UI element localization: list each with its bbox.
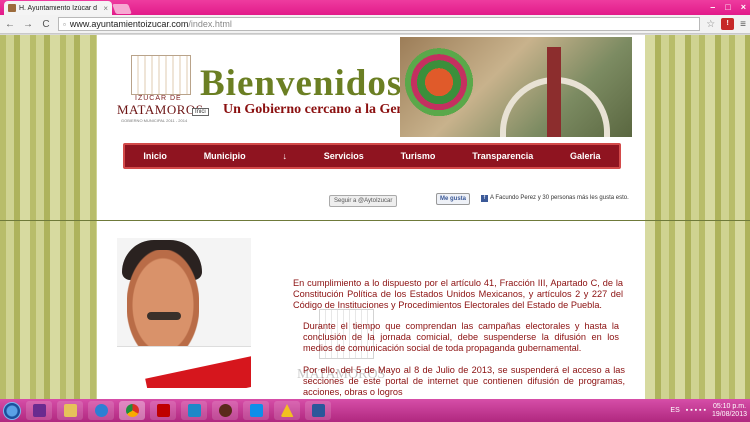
nav-inicio[interactable]: Inicio bbox=[143, 151, 167, 161]
url-text: www.ayuntamientoizucar.com/index.html bbox=[70, 19, 232, 29]
clock-tower-image bbox=[547, 47, 561, 137]
start-button[interactable] bbox=[3, 401, 21, 420]
logo-big-text: MATAMOROS bbox=[117, 102, 204, 117]
logo-tooltip: Inici bbox=[192, 108, 209, 116]
teamviewer-icon bbox=[249, 404, 263, 417]
windows-media-icon bbox=[32, 404, 46, 417]
main-nav: Inicio Municipio ↓ Servicios Turismo Tra… bbox=[123, 143, 621, 169]
taskbar-warning[interactable] bbox=[274, 401, 300, 420]
taskbar-media-player[interactable] bbox=[181, 401, 207, 420]
taskbar-ie[interactable] bbox=[88, 401, 114, 420]
welcome-heading: Bienvenidos bbox=[200, 63, 403, 104]
left-background-stripes bbox=[0, 35, 97, 399]
nav-municipio-dropdown-icon[interactable]: ↓ bbox=[282, 151, 287, 161]
taskbar-teamviewer[interactable] bbox=[243, 401, 269, 420]
filezilla-icon bbox=[156, 404, 170, 417]
favicon-icon bbox=[8, 4, 16, 12]
url-path: /index.html bbox=[188, 19, 232, 29]
tab-close-icon[interactable]: × bbox=[103, 4, 108, 13]
close-window-button[interactable]: × bbox=[741, 2, 746, 12]
taskbar-photo[interactable] bbox=[212, 401, 238, 420]
taskbar-chrome[interactable] bbox=[119, 401, 145, 420]
extension-icon[interactable]: ! bbox=[721, 18, 735, 30]
browser-tab[interactable]: H. Ayuntamiento Izúcar d × bbox=[4, 1, 112, 15]
facebook-like-note: fA Facundo Perez y 30 personas más les g… bbox=[481, 195, 629, 202]
logo-sub-text: GOBIERNO MUNICIPAL 2011 - 2014 bbox=[121, 118, 188, 123]
church-logo-icon bbox=[131, 55, 191, 95]
right-background-stripes bbox=[645, 35, 750, 399]
municipal-logo[interactable]: IZUCAR DE MATAMOROS GOBIERNO MUNICIPAL 2… bbox=[117, 55, 209, 125]
ie-icon bbox=[94, 404, 108, 417]
twitter-follow-button[interactable]: Seguir a @AytoIzucar bbox=[329, 195, 398, 207]
new-tab-button[interactable] bbox=[112, 4, 132, 14]
reload-button[interactable]: C bbox=[40, 19, 52, 30]
bookmark-star-icon[interactable]: ☆ bbox=[706, 19, 715, 30]
notice-paragraph-3: Por ello, del 5 de Mayo al 8 de Julio de… bbox=[303, 365, 625, 397]
browser-menu-icon[interactable]: ≡ bbox=[740, 19, 746, 30]
minimize-button[interactable]: – bbox=[710, 2, 715, 12]
nav-turismo[interactable]: Turismo bbox=[401, 151, 436, 161]
slogan-text: Un Gobierno cercano a la Gente... bbox=[223, 102, 426, 117]
like-note-text: A Facundo Perez y 30 personas más les gu… bbox=[490, 195, 629, 201]
taskbar-word[interactable] bbox=[305, 401, 331, 420]
tray-icons[interactable]: ▪ ▪ ▪ ▪ ▪ bbox=[686, 407, 706, 414]
nav-servicios[interactable]: Servicios bbox=[324, 151, 364, 161]
tree-of-life-image bbox=[404, 47, 474, 135]
warning-icon bbox=[280, 404, 294, 417]
photo-icon bbox=[218, 404, 232, 417]
notice-paragraph-2: Durante el tiempo que comprendan las cam… bbox=[303, 321, 619, 353]
web-page: IZUCAR DE MATAMOROS GOBIERNO MUNICIPAL 2… bbox=[0, 35, 750, 399]
header-photo bbox=[400, 37, 632, 137]
page-icon: ▫ bbox=[63, 19, 66, 29]
nav-galeria[interactable]: Galeria bbox=[570, 151, 601, 161]
face bbox=[127, 250, 199, 350]
back-button[interactable]: ← bbox=[4, 19, 16, 30]
logo-small-text: IZUCAR DE bbox=[135, 95, 182, 102]
facebook-like-button[interactable]: Me gusta bbox=[436, 193, 471, 205]
address-bar[interactable]: ▫ www.ayuntamientoizucar.com/index.html bbox=[58, 17, 701, 31]
language-indicator[interactable]: ES bbox=[670, 407, 679, 414]
chrome-icon bbox=[125, 404, 139, 417]
notice-paragraph-1: En cumplimiento a lo dispuesto por el ar… bbox=[293, 278, 623, 310]
media-player-icon bbox=[187, 404, 201, 417]
clock-date: 19/08/2013 bbox=[711, 410, 747, 418]
clock[interactable]: 05:10 p.m. 19/08/2013 bbox=[712, 403, 747, 419]
word-icon bbox=[311, 404, 325, 417]
nav-transparencia[interactable]: Transparencia bbox=[472, 151, 533, 161]
taskbar-media-center[interactable] bbox=[26, 401, 52, 420]
folder-icon bbox=[63, 404, 77, 417]
header-panel: IZUCAR DE MATAMOROS GOBIERNO MUNICIPAL 2… bbox=[97, 35, 645, 220]
browser-titlebar: H. Ayuntamiento Izúcar d × – □ × bbox=[0, 0, 750, 15]
nav-municipio[interactable]: Municipio bbox=[204, 151, 246, 161]
taskbar-filezilla[interactable] bbox=[150, 401, 176, 420]
system-tray: ES ▪ ▪ ▪ ▪ ▪ 05:10 p.m. 19/08/2013 bbox=[670, 403, 747, 419]
taskbar-explorer[interactable] bbox=[57, 401, 83, 420]
maximize-button[interactable]: □ bbox=[725, 2, 730, 12]
content-panel: MATAMOROS En cumplimiento a lo dispuesto… bbox=[97, 221, 645, 399]
clock-time: 05:10 p.m. bbox=[712, 402, 747, 410]
windows-taskbar: ES ▪ ▪ ▪ ▪ ▪ 05:10 p.m. 19/08/2013 bbox=[0, 399, 750, 422]
url-domain: www.ayuntamientoizucar.com bbox=[69, 19, 189, 29]
tab-title: H. Ayuntamiento Izúcar d bbox=[19, 4, 98, 12]
browser-toolbar: ← → C ▫ www.ayuntamientoizucar.com/index… bbox=[0, 15, 750, 34]
mustache bbox=[147, 312, 181, 320]
window-controls: – □ × bbox=[710, 2, 746, 12]
facebook-icon: f bbox=[481, 195, 488, 202]
forward-button[interactable]: → bbox=[22, 19, 34, 30]
mayor-photo bbox=[117, 238, 251, 388]
